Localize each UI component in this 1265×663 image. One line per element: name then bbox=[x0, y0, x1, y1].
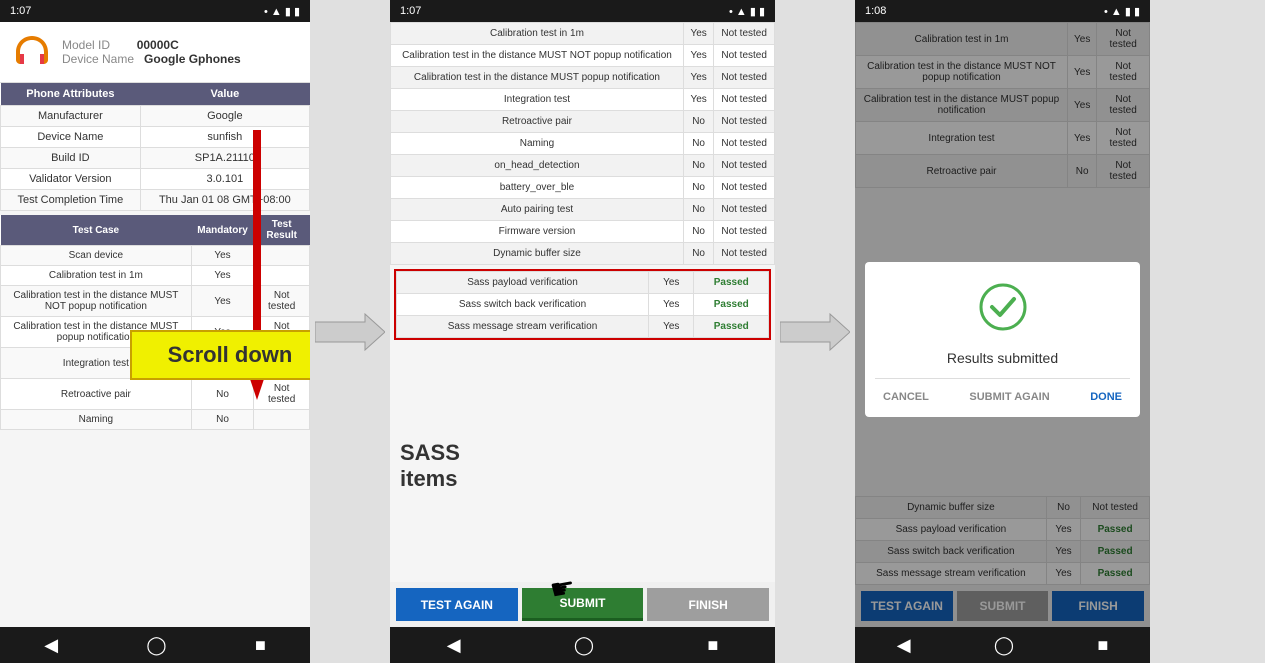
back-button-p3[interactable]: ◀ bbox=[897, 635, 911, 656]
attr-devicename-label: Device Name bbox=[1, 127, 141, 148]
headphone-icon bbox=[12, 32, 52, 72]
model-id-value: 00000C bbox=[137, 38, 179, 52]
phone3: 1:08 • ▲ ▮ ▮ Calibration test in 1m Yes … bbox=[855, 0, 1150, 663]
test-col2-header: Mandatory bbox=[191, 215, 254, 246]
sass-label: SASSitems bbox=[400, 440, 460, 493]
results-dialog: Results submitted CANCEL SUBMIT AGAIN DO… bbox=[865, 262, 1140, 417]
home-button-p2[interactable]: ◯ bbox=[574, 635, 594, 656]
phone1: 1:07 • ▲ ▮ ▮ Model ID bbox=[0, 0, 310, 663]
scroll-down-annotation: Scroll down bbox=[130, 330, 310, 380]
attr-buildid-label: Build ID bbox=[1, 148, 141, 169]
back-button-p2[interactable]: ◀ bbox=[447, 635, 461, 656]
phone3-status-bar: 1:08 • ▲ ▮ ▮ bbox=[855, 0, 1150, 22]
test-col1-header: Test Case bbox=[1, 215, 192, 246]
device-name-label: Device Name bbox=[62, 52, 134, 66]
model-id-label: Model ID bbox=[62, 38, 110, 52]
arrow1 bbox=[310, 312, 390, 352]
attr-completion-value: Thu Jan 01 08 GMT+08:00 bbox=[140, 190, 309, 211]
phone2: 1:07 • ▲ ▮ ▮ Calibration test in 1m Yes … bbox=[390, 0, 775, 663]
table-row: battery_over_ble No Not tested bbox=[391, 177, 775, 199]
phone3-content: Calibration test in 1m Yes Not tested Ca… bbox=[855, 22, 1150, 627]
attr-buildid-value: SP1A.21110 bbox=[140, 148, 309, 169]
bluetooth-icon: • ▲ ▮ ▮ bbox=[264, 5, 300, 18]
phone2-icons: • ▲ ▮ ▮ bbox=[729, 5, 765, 18]
table-row: Auto pairing test No Not tested bbox=[391, 199, 775, 221]
phone3-time: 1:08 bbox=[865, 5, 886, 17]
cancel-dialog-button[interactable]: CANCEL bbox=[875, 387, 937, 407]
phone1-icons: • ▲ ▮ ▮ bbox=[264, 5, 300, 18]
cursor-hand: ☛ bbox=[547, 570, 577, 607]
phone3-icons: • ▲ ▮ ▮ bbox=[1104, 5, 1140, 18]
sass-box: Sass payload verification Yes Passed Sas… bbox=[394, 269, 771, 340]
phone2-time: 1:07 bbox=[400, 5, 421, 17]
device-header: Model ID 00000C Device Name Google Gphon… bbox=[0, 22, 310, 83]
attr-manufacturer-value: Google bbox=[140, 106, 309, 127]
scene: 1:07 • ▲ ▮ ▮ Model ID bbox=[0, 0, 1265, 663]
table-row: Manufacturer Google bbox=[1, 106, 310, 127]
table-row: Sass switch back verification Yes Passed bbox=[397, 294, 769, 316]
phone2-bottom-buttons: TEST AGAIN SUBMIT FINISH bbox=[390, 582, 775, 627]
table-row: Firmware version No Not tested bbox=[391, 221, 775, 243]
attr-validator-label: Validator Version bbox=[1, 169, 141, 190]
attr-col2-header: Value bbox=[140, 83, 309, 106]
home-button[interactable]: ◯ bbox=[146, 635, 166, 656]
dialog-message: Results submitted bbox=[947, 350, 1058, 366]
test-again-button-phone2[interactable]: TEST AGAIN bbox=[396, 588, 518, 621]
recents-button-p2[interactable]: ■ bbox=[707, 635, 718, 656]
table-row: Calibration test in the distance MUST po… bbox=[391, 67, 775, 89]
table-row: Integration test Yes Not tested bbox=[391, 89, 775, 111]
recents-button[interactable]: ■ bbox=[255, 635, 266, 656]
table-row: Naming No Not tested bbox=[391, 133, 775, 155]
table-row: Sass payload verification Yes Passed bbox=[397, 272, 769, 294]
recents-button-p3[interactable]: ■ bbox=[1097, 635, 1108, 656]
attr-col1-header: Phone Attributes bbox=[1, 83, 141, 106]
phone2-nav: ◀ ◯ ■ bbox=[390, 627, 775, 663]
device-name-value: Google Gphones bbox=[144, 52, 241, 66]
submit-again-dialog-button[interactable]: SUBMIT AGAIN bbox=[961, 387, 1057, 407]
table-row: on_head_detection No Not tested bbox=[391, 155, 775, 177]
phone3-nav: ◀ ◯ ■ bbox=[855, 627, 1150, 663]
right-arrow-1 bbox=[315, 312, 385, 352]
dialog-buttons: CANCEL SUBMIT AGAIN DONE bbox=[875, 378, 1130, 407]
attr-manufacturer-label: Manufacturer bbox=[1, 106, 141, 127]
phone1-time: 1:07 bbox=[10, 5, 31, 17]
finish-button-phone2[interactable]: FINISH bbox=[647, 588, 769, 621]
submit-button-phone2[interactable]: SUBMIT bbox=[522, 588, 644, 621]
attr-devicename-value: sunfish bbox=[140, 127, 309, 148]
check-icon bbox=[978, 282, 1028, 342]
phone2-status-bar: 1:07 • ▲ ▮ ▮ bbox=[390, 0, 775, 22]
table-row: Calibration test in 1m Yes Not tested bbox=[391, 23, 775, 45]
attr-validator-value: 3.0.101 bbox=[140, 169, 309, 190]
phone1-status-bar: 1:07 • ▲ ▮ ▮ bbox=[0, 0, 310, 22]
attr-completion-label: Test Completion Time bbox=[1, 190, 141, 211]
table-row: Dynamic buffer size No Not tested bbox=[391, 243, 775, 265]
phone1-nav: ◀ ◯ ■ bbox=[0, 627, 310, 663]
table-row: Calibration test in the distance MUST NO… bbox=[391, 45, 775, 67]
phone2-test-table: Calibration test in 1m Yes Not tested Ca… bbox=[390, 22, 775, 265]
table-row: Retroactive pair No Not tested bbox=[391, 111, 775, 133]
done-dialog-button[interactable]: DONE bbox=[1082, 387, 1130, 407]
table-row: Naming No bbox=[1, 410, 310, 430]
phone2-content: Calibration test in 1m Yes Not tested Ca… bbox=[390, 22, 775, 627]
back-button[interactable]: ◀ bbox=[44, 635, 58, 656]
home-button-p3[interactable]: ◯ bbox=[994, 635, 1014, 656]
sass-table: Sass payload verification Yes Passed Sas… bbox=[396, 271, 769, 338]
scroll-down-label: Scroll down bbox=[168, 342, 293, 367]
table-row: Sass message stream verification Yes Pas… bbox=[397, 316, 769, 338]
right-arrow-2 bbox=[780, 312, 850, 352]
arrow2 bbox=[775, 312, 855, 352]
device-info: Model ID 00000C Device Name Google Gphon… bbox=[62, 38, 241, 66]
